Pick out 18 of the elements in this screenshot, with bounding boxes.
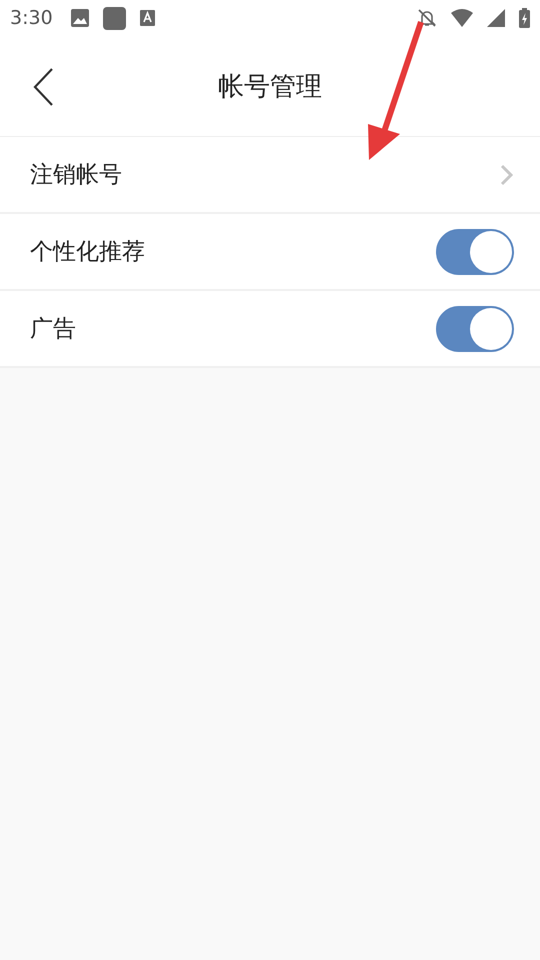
- square-icon: [102, 6, 126, 30]
- settings-row[interactable]: 广告: [0, 291, 540, 368]
- toggle-switch[interactable]: [436, 306, 514, 352]
- chevron-right-icon: [500, 164, 514, 186]
- status-time: 3:30: [10, 7, 53, 29]
- battery-icon: [519, 8, 530, 28]
- settings-row[interactable]: 注销帐号: [0, 137, 540, 214]
- row-label: 广告: [30, 315, 77, 344]
- page-title: 帐号管理: [218, 70, 322, 104]
- row-label: 注销帐号: [30, 161, 123, 190]
- toggle-switch[interactable]: [436, 228, 514, 274]
- image-icon: [70, 9, 89, 27]
- bell-off-icon: [417, 8, 437, 28]
- font-icon: [140, 10, 155, 26]
- wifi-icon: [451, 9, 473, 27]
- row-label: 个性化推荐: [30, 238, 146, 267]
- signal-icon: [487, 9, 505, 27]
- settings-row[interactable]: 个性化推荐: [0, 214, 540, 291]
